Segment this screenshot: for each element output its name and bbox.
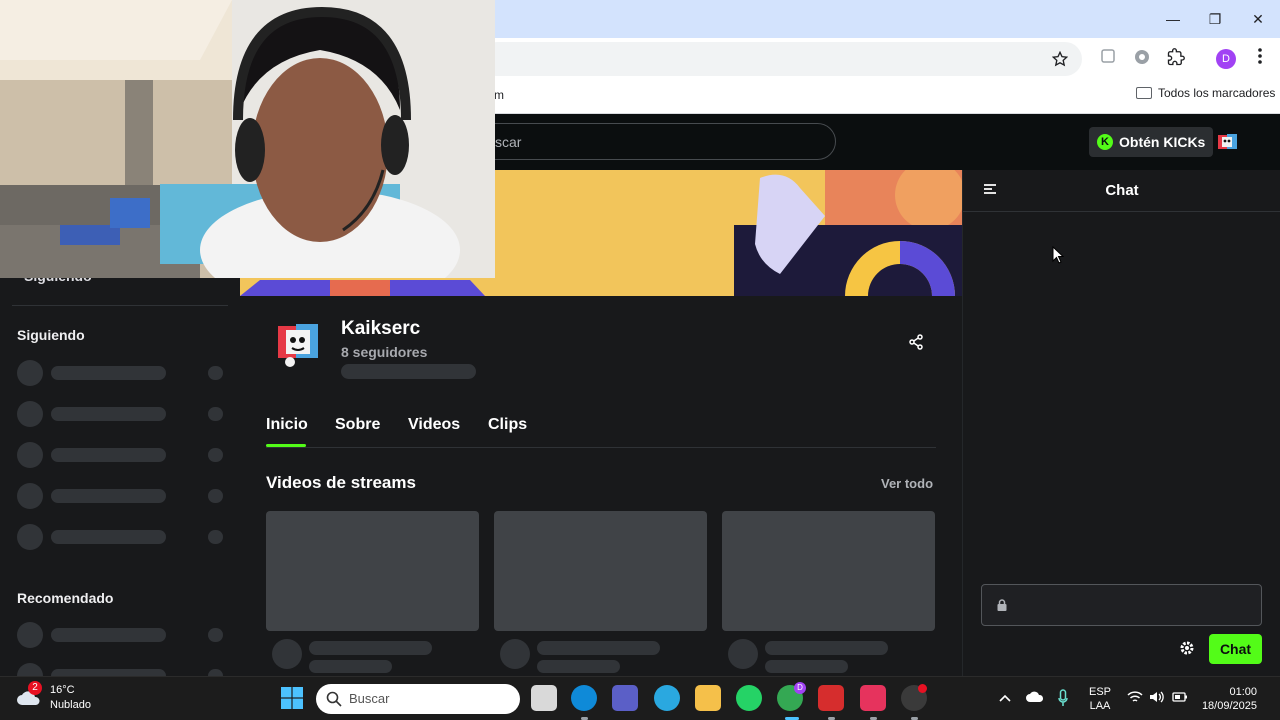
close-button[interactable]: ✕ — [1246, 8, 1270, 30]
weather-notification-badge: 2 — [28, 681, 42, 695]
sidebar-skeleton-item — [17, 360, 223, 386]
sidebar-skeleton-item — [17, 524, 223, 550]
sidebar-skeleton-item — [17, 622, 223, 648]
chat-title: Chat — [1105, 182, 1139, 199]
video-thumbnail[interactable] — [722, 511, 935, 631]
language-indicator-top[interactable]: ESP — [1084, 685, 1116, 699]
video-card-skeleton[interactable] — [266, 511, 479, 673]
language-indicator-bottom[interactable]: LAA — [1084, 699, 1116, 713]
pocket-icon[interactable] — [860, 685, 886, 711]
video-thumbnail[interactable] — [266, 511, 479, 631]
teams-icon[interactable] — [612, 685, 638, 711]
kicks-coin-icon: K — [1097, 134, 1113, 150]
edge-icon[interactable] — [571, 685, 597, 711]
chat-panel: Chat Chat — [962, 170, 1280, 676]
windows-taskbar: 16°C Nublado 2 Buscar D ESP LAA 01:00 18… — [0, 676, 1280, 720]
menu-kebab-icon[interactable] — [1249, 48, 1271, 70]
all-bookmarks-button[interactable]: Todos los marcadores — [1136, 86, 1275, 100]
recommended-heading: Recomendado — [17, 590, 114, 606]
video-card-skeleton[interactable] — [722, 511, 935, 673]
recording-badge — [918, 684, 927, 693]
following-heading: Siguiendo — [17, 327, 85, 343]
tab-clips[interactable]: Clips — [488, 416, 527, 434]
file-explorer-icon[interactable] — [695, 685, 721, 711]
weather-temp: 16°C — [50, 684, 75, 696]
weather-desc: Nublado — [50, 699, 91, 711]
video-thumbnail[interactable] — [494, 511, 707, 631]
site-search-input[interactable]: scar — [470, 123, 836, 160]
microphone-icon[interactable] — [1058, 689, 1068, 707]
extension-icon[interactable] — [1097, 48, 1119, 70]
wifi-icon[interactable] — [1127, 690, 1143, 704]
chat-send-button[interactable]: Chat — [1209, 634, 1262, 664]
chrome-profile-badge: D — [794, 682, 806, 694]
follower-count: 8 seguidores — [341, 344, 428, 360]
tab-inicio[interactable]: Inicio — [266, 416, 308, 434]
address-bar[interactable] — [480, 42, 1082, 76]
sidebar-skeleton-item — [17, 401, 223, 427]
bookmark-item[interactable]: m — [494, 88, 504, 102]
all-bookmarks-label: Todos los marcadores — [1158, 86, 1276, 100]
webcam-overlay — [0, 0, 495, 278]
volume-icon[interactable] — [1149, 690, 1165, 704]
sidebar-divider — [12, 305, 228, 306]
share-icon[interactable] — [908, 334, 924, 350]
chat-message-input[interactable] — [981, 584, 1262, 626]
onedrive-cloud-icon[interactable] — [1026, 691, 1044, 703]
taskbar-search-input[interactable]: Buscar — [316, 684, 520, 714]
video-card-skeleton[interactable] — [494, 511, 707, 673]
chat-header: Chat — [963, 170, 1280, 212]
extension-swirl-icon[interactable] — [1131, 48, 1153, 70]
windows-start-icon[interactable] — [281, 687, 303, 709]
chat-settings-gear-icon[interactable] — [1179, 640, 1195, 656]
extensions-puzzle-icon[interactable] — [1165, 48, 1187, 70]
clock-time[interactable]: 01:00 — [1197, 685, 1257, 699]
sidebar-skeleton-item — [17, 483, 223, 509]
bookmark-star-icon[interactable] — [1052, 51, 1068, 67]
get-kicks-label: Obtén KICKs — [1119, 134, 1206, 150]
sidebar-skeleton-item — [17, 442, 223, 468]
clock-date[interactable]: 18/09/2025 — [1197, 699, 1257, 713]
profile-avatar[interactable]: D — [1216, 49, 1236, 69]
channel-info-skeleton — [341, 364, 476, 379]
rog-armoury-icon[interactable] — [818, 685, 844, 711]
channel-name: Kaikserc — [341, 318, 421, 339]
section-title: Videos de streams — [266, 473, 416, 492]
restore-button[interactable]: ❐ — [1203, 8, 1227, 30]
search-placeholder: scar — [495, 134, 522, 150]
python-ide-icon[interactable] — [654, 685, 680, 711]
battery-icon[interactable] — [1172, 691, 1188, 703]
lock-icon — [997, 599, 1007, 611]
task-view-icon[interactable] — [531, 685, 557, 711]
minimize-button[interactable]: — — [1161, 8, 1185, 30]
get-kicks-button[interactable]: K Obtén KICKs — [1089, 127, 1214, 157]
active-tab-indicator — [266, 444, 306, 447]
channel-avatar[interactable] — [274, 318, 324, 368]
channel-main: Kaikserc 8 seguidores Inicio Sobre Video… — [240, 296, 962, 676]
tab-videos[interactable]: Videos — [408, 416, 460, 434]
search-icon — [326, 691, 342, 707]
channel-tabs: Inicio Sobre Videos Clips — [266, 414, 936, 448]
taskbar-search-placeholder: Buscar — [349, 691, 390, 706]
mouse-cursor-icon — [1052, 246, 1064, 264]
chevron-up-icon[interactable] — [999, 693, 1011, 703]
see-all-link[interactable]: Ver todo — [881, 476, 933, 491]
whatsapp-icon[interactable] — [736, 685, 762, 711]
tab-sobre[interactable]: Sobre — [335, 416, 380, 434]
user-avatar-icon[interactable] — [1216, 131, 1240, 155]
folder-icon — [1136, 87, 1152, 99]
